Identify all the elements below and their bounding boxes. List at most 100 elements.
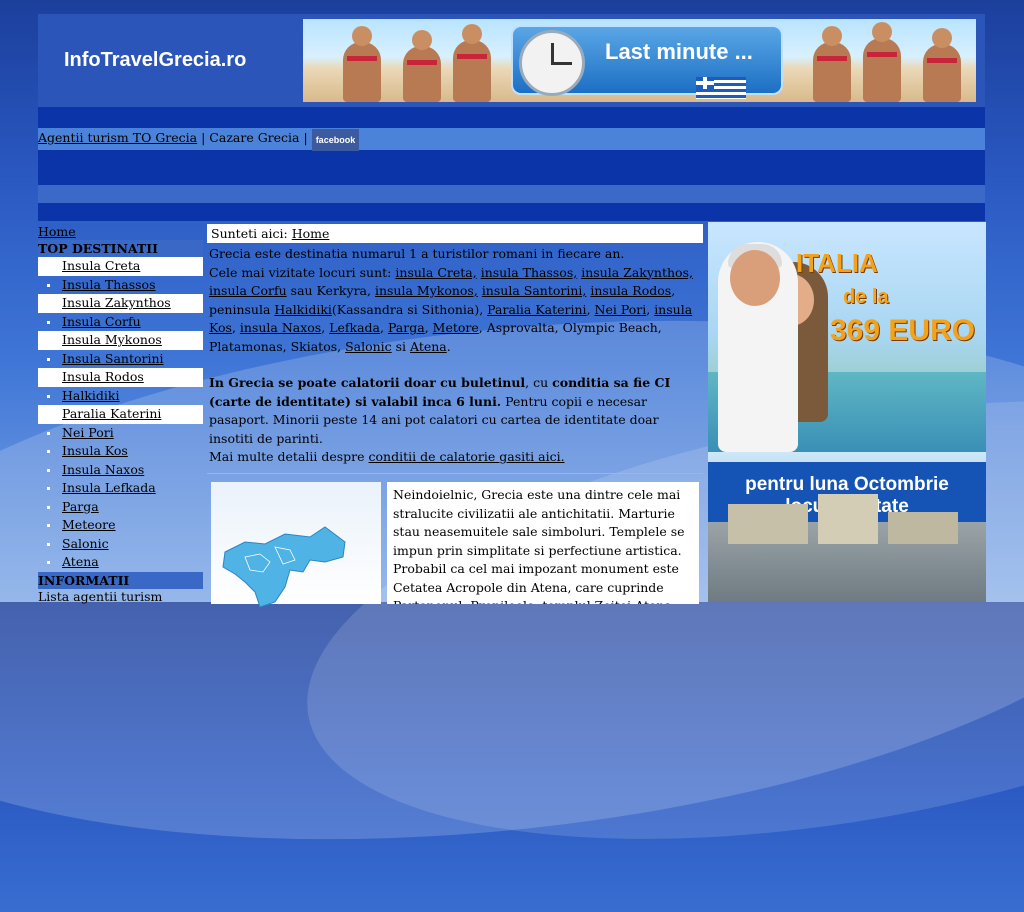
text: Mai multe detalii despre	[209, 449, 369, 464]
link-katerini[interactable]: Paralia Katerini	[487, 302, 586, 317]
nav-links: Agentii turism TO Grecia | Cazare Grecia…	[38, 128, 985, 151]
sidebar-item-label[interactable]: Insula Creta	[62, 258, 140, 273]
sidebar-item-label[interactable]: Insula Santorini	[62, 351, 164, 366]
text: (Kassandra si Sithonia),	[331, 301, 488, 317]
beach-figure	[863, 22, 901, 102]
intro-line: Grecia este destinatia numarul 1 a turis…	[209, 246, 625, 261]
sidebar-item[interactable]: Parga	[38, 498, 203, 517]
sidebar-item[interactable]: Insula Lefkada	[38, 479, 203, 498]
breadcrumb-home-link[interactable]: Home	[292, 226, 330, 241]
text: Cele mai vizitate locuri sunt:	[209, 264, 392, 280]
sidebar-item-label[interactable]: Insula Rodos	[62, 369, 144, 384]
top-navbar: Agentii turism TO Grecia | Cazare Grecia…	[38, 107, 985, 185]
sidebar-item[interactable]: Paralia Katerini	[38, 405, 203, 424]
link-thassos[interactable]: insula Thassos,	[481, 265, 578, 280]
sidebar-item-label[interactable]: Nei Pori	[62, 425, 114, 440]
greece-map-icon	[222, 526, 346, 608]
ad-line: pentru luna Octombrie	[745, 474, 949, 495]
beach-figure	[453, 24, 491, 102]
clock-icon	[519, 30, 585, 96]
site-logo[interactable]: InfoTravelGrecia.ro	[64, 49, 246, 72]
destinations-list: Insula Creta Insula Thassos Insula Zakyn…	[38, 257, 203, 572]
link-naxos[interactable]: insula Naxos	[240, 320, 321, 335]
sidebar-item-label[interactable]: Meteore	[62, 517, 116, 532]
link-creta[interactable]: insula Creta,	[395, 265, 476, 280]
link-parga[interactable]: Parga	[388, 320, 425, 335]
sidebar-item[interactable]: Insula Rodos	[38, 368, 203, 387]
sidebar-item-label[interactable]: Paralia Katerini	[62, 406, 161, 421]
text: sau Kerkyra,	[286, 283, 375, 298]
ad-de-la: de la	[843, 286, 889, 308]
header-divider	[38, 185, 985, 203]
ad-fortress	[708, 494, 986, 602]
link-mykonos[interactable]: insula Mykonos,	[375, 283, 478, 298]
sidebar-home-link[interactable]: Home	[38, 224, 203, 240]
greece-flag-icon	[696, 77, 746, 99]
sidebar-item-label[interactable]: Parga	[62, 499, 99, 514]
link-rodos[interactable]: insula Rodos	[590, 283, 671, 298]
sidebar-item[interactable]: Atena	[38, 553, 203, 572]
sidebar-item[interactable]: Insula Santorini	[38, 350, 203, 369]
header-divider	[38, 203, 985, 221]
destinations-paragraph: Cele mai vizitate locuri sunt: insula Cr…	[209, 264, 693, 354]
sidebar-item[interactable]: Insula Kos	[38, 442, 203, 461]
last-minute-banner[interactable]: Last minute ...	[303, 19, 976, 102]
page-wrapper: InfoTravelGrecia.ro Last minute ... Agen…	[38, 14, 986, 608]
link-metore[interactable]: Metore	[433, 320, 479, 335]
beach-figure	[923, 28, 961, 102]
sidebar-info-item[interactable]: Lista agentii turism	[38, 589, 203, 605]
sidebar-item[interactable]: Insula Corfu	[38, 313, 203, 332]
bold-text: In Grecia se poate calatorii doar cu bul…	[209, 375, 526, 390]
sidebar-item-label[interactable]: Insula Thassos	[62, 277, 156, 292]
beach-figure	[403, 30, 441, 102]
main-content: Sunteti aici: Home Grecia este destinati…	[207, 224, 703, 608]
nav-link-agentii[interactable]: Agentii turism TO Grecia	[38, 130, 197, 145]
ad-price: 369 EURO	[830, 314, 976, 347]
italia-ad-banner[interactable]: ITALIA de la 369 EURO pentru luna Octomb…	[708, 222, 986, 602]
nav-link-cazare[interactable]: Cazare Grecia	[209, 130, 299, 145]
sidebar-item-label[interactable]: Salonic	[62, 536, 109, 551]
text: , cu	[525, 375, 553, 390]
beach-figure	[813, 26, 851, 102]
text: si	[391, 338, 411, 354]
sidebar-item[interactable]: Insula Thassos	[38, 276, 203, 295]
facebook-button[interactable]: facebook	[311, 129, 360, 151]
site-header: InfoTravelGrecia.ro Last minute ...	[38, 14, 985, 107]
sidebar-item-label[interactable]: Insula Mykonos	[62, 332, 162, 347]
more-details-line: Mai multe detalii despre conditii de cal…	[209, 448, 701, 467]
sidebar-item[interactable]: Halkidiki	[38, 387, 203, 406]
sidebar-item[interactable]: Nei Pori	[38, 424, 203, 443]
ad-man	[718, 242, 798, 452]
sidebar-section-title: TOP DESTINATII	[38, 240, 203, 257]
sidebar-item-label[interactable]: Insula Lefkada	[62, 480, 156, 495]
link-atena[interactable]: Atena	[410, 339, 447, 354]
link-halkidiki[interactable]: Halkidiki	[274, 302, 332, 317]
link-santorini[interactable]: insula Santorini,	[482, 283, 587, 298]
sidebar-item-label[interactable]: Atena	[62, 554, 99, 569]
link-lefkada[interactable]: Lefkada	[329, 320, 380, 335]
sidebar-item-label[interactable]: Insula Zakynthos	[62, 295, 171, 310]
link-nei-pori[interactable]: Nei Pori	[595, 302, 647, 317]
beach-figure	[343, 26, 381, 102]
sidebar-item-label[interactable]: Insula Corfu	[62, 314, 141, 329]
sidebar-section-title: INFORMATII	[38, 571, 203, 589]
sidebar-item-label[interactable]: Insula Kos	[62, 443, 128, 458]
content-divider	[207, 473, 703, 474]
link-zakynthos[interactable]: insula Zakynthos,	[581, 265, 693, 280]
sidebar-item[interactable]: Insula Naxos	[38, 461, 203, 480]
sidebar-item[interactable]: Insula Mykonos	[38, 331, 203, 350]
left-sidebar: Home TOP DESTINATII Insula Creta Insula …	[38, 224, 203, 604]
sidebar-item[interactable]: Salonic	[38, 535, 203, 554]
sidebar-item-label[interactable]: Insula Naxos	[62, 462, 144, 477]
sidebar-item-label[interactable]: Halkidiki	[62, 388, 120, 403]
nav-separator: |	[197, 130, 210, 145]
intro-text: Grecia este destinatia numarul 1 a turis…	[207, 243, 703, 467]
link-salonic[interactable]: Salonic	[345, 339, 392, 354]
link-corfu[interactable]: insula Corfu	[209, 283, 287, 298]
conditions-link[interactable]: conditii de calatorie gasiti aici.	[369, 449, 565, 464]
sidebar-item[interactable]: Insula Creta	[38, 257, 203, 276]
sidebar-item[interactable]: Insula Zakynthos	[38, 294, 203, 313]
greece-description: Neindoielnic, Grecia este una dintre cel…	[387, 482, 699, 604]
sidebar-item[interactable]: Meteore	[38, 516, 203, 535]
nav-separator: |	[299, 130, 312, 145]
